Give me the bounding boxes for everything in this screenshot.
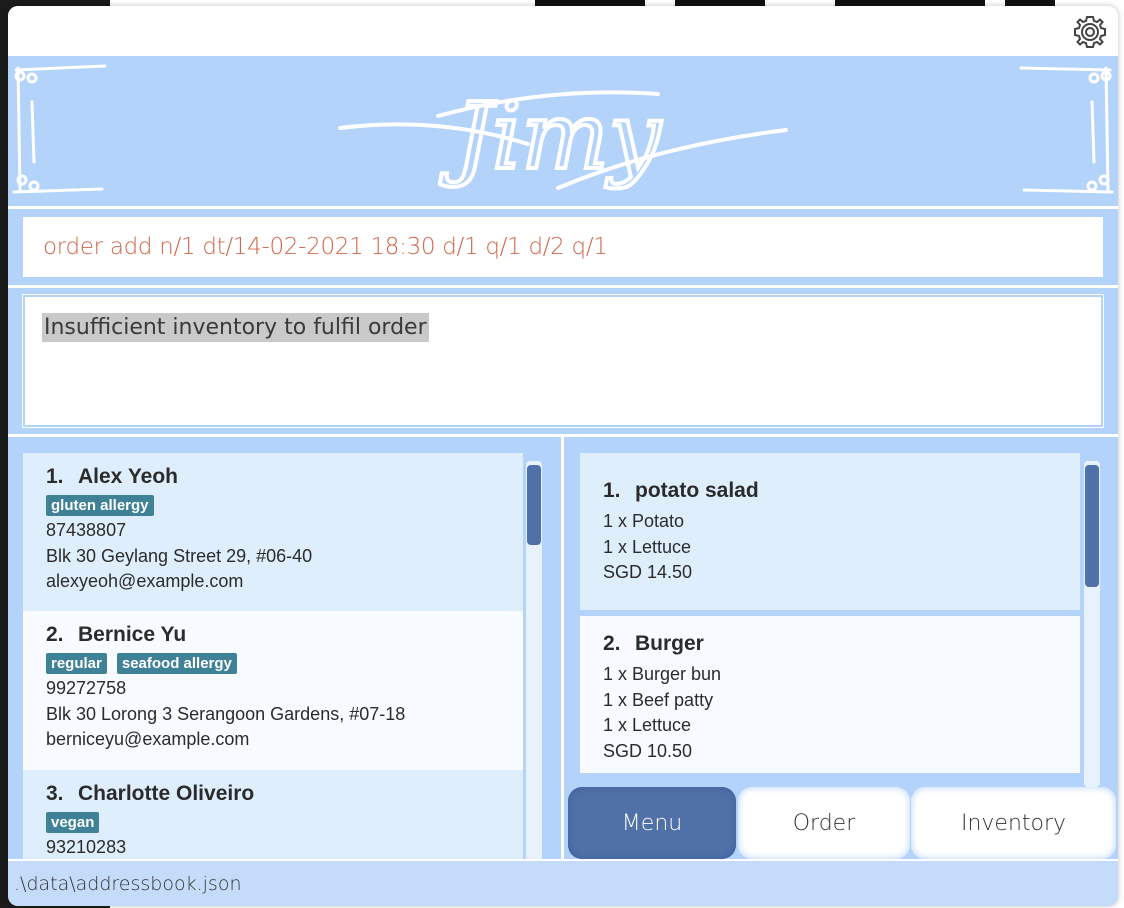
menu-item-price: SGD 14.50 — [603, 562, 693, 582]
tag-badge: seafood allergy — [116, 653, 237, 674]
person-address: Blk 30 Geylang Street 29, #06-40 — [46, 545, 313, 566]
ingredient-line: 1 x Beef patty — [603, 689, 714, 710]
person-card[interactable]: 3. Charlotte Oliveiro vegan 93210283 — [23, 770, 523, 861]
person-list-scrollbar[interactable] — [526, 461, 542, 861]
person-email: berniceyu@example.com — [46, 729, 250, 749]
result-message: Insufficient inventory to fulfil order — [42, 313, 429, 342]
tab-bar: Menu Order Inventory — [568, 787, 1118, 859]
vertical-divider — [561, 436, 564, 861]
person-phone: 99272758 — [46, 678, 127, 698]
svg-text:Jimy: Jimy — [439, 83, 662, 190]
command-input[interactable]: order add n/1 dt/14-02-2021 18:30 d/1 q/… — [23, 217, 1103, 277]
menu-list[interactable]: 1. potato salad 1 x Potato 1 x Lettuce S… — [580, 453, 1102, 787]
person-list[interactable]: 1. Alex Yeoh gluten allergy 87438807 Blk… — [23, 453, 548, 861]
person-phone: 93210283 — [46, 837, 127, 857]
menu-item-price: SGD 10.50 — [603, 740, 693, 761]
person-address: Blk 30 Lorong 3 Serangoon Gardens, #07-1… — [46, 703, 406, 724]
menu-item-card[interactable]: 2. Burger 1 x Burger bun 1 x Beef patty … — [580, 616, 1080, 773]
status-bar: .\data\addressbook.json — [8, 859, 1118, 906]
app-window: Jimy order add n/1 dt/14-02-2021 18:30 d… — [8, 6, 1118, 906]
divider — [8, 285, 1118, 288]
menu-item-name: 2. Burger — [603, 632, 704, 655]
ingredient-line: 1 x Burger bun — [603, 664, 722, 684]
tag-badge: gluten allergy — [46, 495, 154, 516]
ingredient-line: 1 x Potato — [603, 511, 685, 531]
banner: Jimy — [8, 56, 1118, 206]
data-file-path: .\data\addressbook.json — [14, 872, 242, 895]
scrollbar-thumb[interactable] — [527, 465, 541, 545]
person-name: 2. Bernice Yu — [46, 623, 187, 646]
menu-bar — [8, 6, 1118, 56]
menu-item-card[interactable]: 1. potato salad 1 x Potato 1 x Lettuce S… — [580, 453, 1080, 610]
gear-icon[interactable] — [1072, 14, 1108, 50]
tag-badge: vegan — [46, 812, 100, 833]
ingredient-line: 1 x Lettuce — [603, 715, 692, 735]
person-phone: 87438807 — [46, 520, 127, 540]
person-email: alexyeoh@example.com — [46, 571, 244, 591]
app-logo: Jimy — [338, 81, 788, 192]
person-name: 3. Charlotte Oliveiro — [46, 782, 255, 805]
person-name: 1. Alex Yeoh — [46, 465, 178, 488]
tag-badge: regular — [46, 653, 107, 674]
tab-menu[interactable]: Menu — [568, 787, 736, 859]
scrollbar-thumb[interactable] — [1085, 465, 1099, 587]
corner-ornament-right — [1019, 66, 1114, 194]
divider — [8, 206, 1118, 209]
menu-list-scrollbar[interactable] — [1084, 461, 1100, 787]
menu-item-name: 1. potato salad — [603, 479, 759, 502]
tab-inventory[interactable]: Inventory — [911, 787, 1116, 859]
result-display[interactable]: Insufficient inventory to fulfil order — [22, 294, 1104, 428]
person-card[interactable]: 2. Bernice Yu regular seafood allergy 99… — [23, 611, 523, 770]
corner-ornament-left — [12, 64, 107, 194]
command-text: order add n/1 dt/14-02-2021 18:30 d/1 q/… — [43, 234, 608, 260]
ingredient-line: 1 x Lettuce — [603, 536, 692, 557]
person-card[interactable]: 1. Alex Yeoh gluten allergy 87438807 Blk… — [23, 453, 523, 611]
tab-order[interactable]: Order — [738, 787, 910, 859]
